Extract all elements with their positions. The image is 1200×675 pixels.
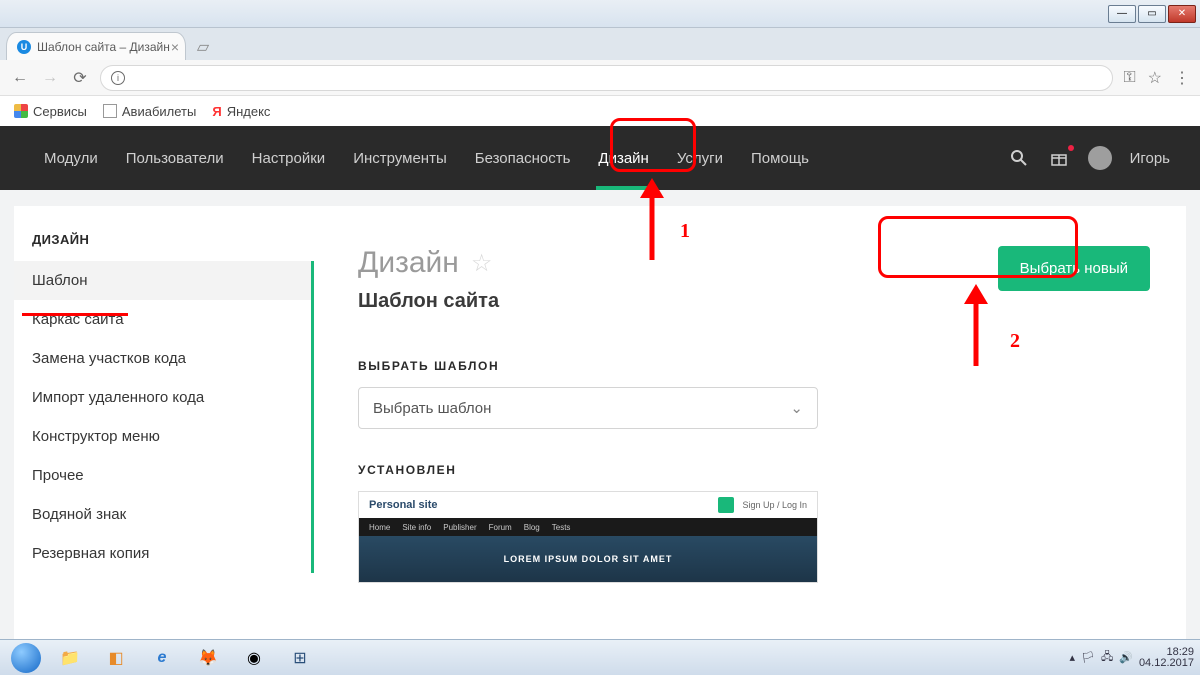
template-preview[interactable]: Personal site Sign Up / Log In Home Site… [358, 491, 818, 583]
taskbar-app[interactable]: ⊞ [278, 643, 322, 673]
tray-date[interactable]: 04.12.2017 [1139, 658, 1194, 669]
menu-help[interactable]: Помощь [737, 126, 823, 190]
sidebar: ДИЗАЙН Шаблон Каркас сайта Замена участк… [14, 206, 314, 639]
choose-new-button[interactable]: Выбрать новый [998, 246, 1150, 291]
reload-button[interactable]: ⟳ [70, 68, 90, 88]
sidebar-item-code-replace[interactable]: Замена участков кода [14, 339, 311, 378]
start-button[interactable] [6, 643, 46, 673]
browser-menu-icon[interactable]: ⋮ [1174, 68, 1190, 88]
menu-tools[interactable]: Инструменты [339, 126, 461, 190]
annotation-number-2: 2 [1010, 330, 1020, 353]
preview-hero: LOREM IPSUM DOLOR SIT AMET [359, 536, 817, 582]
main-panel: Дизайн☆ Шаблон сайта Выбрать новый ВЫБРА… [314, 206, 1186, 639]
menu-services[interactable]: Услуги [663, 126, 737, 190]
menu-modules[interactable]: Модули [30, 126, 112, 190]
user-name[interactable]: Игорь [1130, 150, 1170, 167]
taskbar: 📁 ◧ e 🦊 ◉ ⊞ ▴ 🏳 🖧 🔊 18:29 04.12.2017 [0, 639, 1200, 675]
forward-button[interactable]: → [40, 69, 60, 87]
sidebar-item-template[interactable]: Шаблон [14, 261, 311, 300]
favorite-star-icon[interactable]: ☆ [471, 249, 493, 278]
window-maximize[interactable]: ▭ [1138, 5, 1166, 23]
annotation-arrow-1 [632, 178, 672, 273]
sidebar-item-import-code[interactable]: Импорт удаленного кода [14, 378, 311, 417]
tray-flag-icon[interactable]: 🏳 [1081, 651, 1095, 664]
annotation-arrow-2 [956, 284, 996, 379]
browser-toolbar: ← → ⟳ i ⚿ ☆ ⋮ [0, 60, 1200, 96]
taskbar-firefox[interactable]: 🦊 [186, 643, 230, 673]
chevron-down-icon: ⌄ [790, 399, 803, 417]
select-value: Выбрать шаблон [373, 400, 491, 417]
content-area: ДИЗАЙН Шаблон Каркас сайта Замена участк… [0, 190, 1200, 639]
sidebar-item-watermark[interactable]: Водяной знак [14, 495, 311, 534]
menu-users[interactable]: Пользователи [112, 126, 238, 190]
installed-label: УСТАНОВЛЕН [358, 463, 1150, 477]
preview-nav: Home Site info Publisher Forum Blog Test… [359, 518, 817, 536]
preview-title: Personal site [369, 499, 437, 511]
menu-security[interactable]: Безопасность [461, 126, 585, 190]
sidebar-item-carcass[interactable]: Каркас сайта [14, 300, 311, 339]
preview-search-icon [718, 497, 734, 513]
sidebar-item-menu-builder[interactable]: Конструктор меню [14, 417, 311, 456]
tab-close-icon[interactable]: × [171, 39, 179, 55]
annotation-number-1: 1 [680, 220, 690, 243]
window-close[interactable]: ✕ [1168, 5, 1196, 23]
menu-settings[interactable]: Настройки [238, 126, 340, 190]
taskbar-media[interactable]: ◧ [94, 643, 138, 673]
password-key-icon[interactable]: ⚿ [1123, 69, 1135, 87]
bookmark-avia[interactable]: Авиабилеты [103, 104, 196, 119]
app-topbar: Модули Пользователи Настройки Инструмент… [0, 126, 1200, 190]
windows-orb-icon [11, 643, 41, 673]
template-select[interactable]: Выбрать шаблон ⌄ [358, 387, 818, 429]
bookmark-services[interactable]: Сервисы [14, 104, 87, 119]
browser-tab-strip: U Шаблон сайта – Дизайн × ▱ [0, 28, 1200, 60]
back-button[interactable]: ← [10, 69, 30, 87]
bookmarks-bar: Сервисы Авиабилеты ЯЯндекс [0, 96, 1200, 126]
sidebar-title: ДИЗАЙН [14, 232, 314, 261]
bookmark-yandex[interactable]: ЯЯндекс [212, 104, 270, 119]
tray-time[interactable]: 18:29 [1166, 647, 1194, 658]
yandex-icon: Я [212, 104, 221, 119]
browser-tab[interactable]: U Шаблон сайта – Дизайн × [6, 32, 186, 60]
window-minimize[interactable]: — [1108, 5, 1136, 23]
search-icon[interactable] [1008, 147, 1030, 169]
annotation-underline [22, 313, 128, 316]
tab-title: Шаблон сайта – Дизайн [37, 40, 170, 54]
taskbar-explorer[interactable]: 📁 [48, 643, 92, 673]
address-bar[interactable]: i [100, 65, 1113, 91]
gift-icon[interactable] [1048, 147, 1070, 169]
tray-volume-icon[interactable]: 🔊 [1119, 651, 1133, 664]
taskbar-chrome[interactable]: ◉ [232, 643, 276, 673]
taskbar-ie[interactable]: e [140, 643, 184, 673]
tray-expand-icon[interactable]: ▴ [1069, 651, 1075, 664]
avatar[interactable] [1088, 146, 1112, 170]
page-subtitle: Шаблон сайта [358, 290, 499, 313]
sidebar-item-other[interactable]: Прочее [14, 456, 311, 495]
apps-icon [14, 104, 28, 118]
info-icon[interactable]: i [111, 71, 125, 85]
top-menu: Модули Пользователи Настройки Инструмент… [30, 126, 823, 190]
bookmark-star-icon[interactable]: ☆ [1148, 68, 1162, 88]
window-titlebar: — ▭ ✕ [0, 0, 1200, 28]
page-title: Дизайн☆ [358, 246, 499, 280]
sidebar-item-backup[interactable]: Резервная копия [14, 534, 311, 573]
new-tab-button[interactable]: ▱ [192, 38, 214, 56]
page-icon [103, 104, 117, 118]
choose-template-label: ВЫБРАТЬ ШАБЛОН [358, 359, 1150, 373]
tray-network-icon[interactable]: 🖧 [1101, 648, 1113, 667]
favicon-icon: U [17, 40, 31, 54]
